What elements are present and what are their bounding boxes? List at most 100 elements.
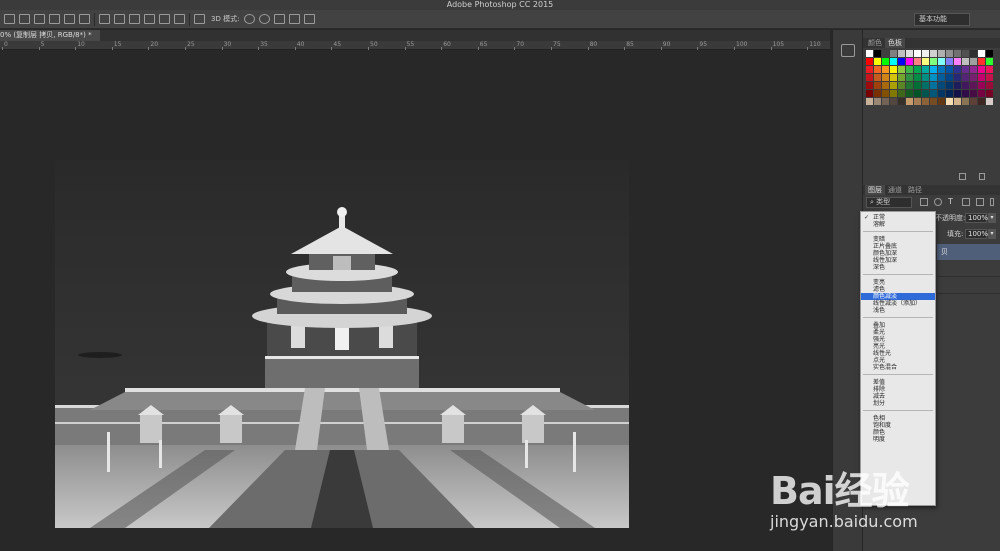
tab-layers[interactable]: 图层 (865, 185, 885, 195)
color-swatch[interactable] (866, 66, 873, 73)
color-swatch[interactable] (962, 98, 969, 105)
color-swatch[interactable] (938, 66, 945, 73)
color-swatch[interactable] (922, 98, 929, 105)
color-swatch[interactable] (898, 98, 905, 105)
color-swatch[interactable] (946, 58, 953, 65)
color-swatch[interactable] (954, 74, 961, 81)
color-swatch[interactable] (986, 50, 993, 57)
color-swatch[interactable] (906, 74, 913, 81)
blend-mode-option[interactable]: 点光 (861, 357, 935, 364)
color-swatch[interactable] (898, 66, 905, 73)
color-swatch[interactable] (978, 66, 985, 73)
color-swatch[interactable] (938, 58, 945, 65)
color-swatch[interactable] (946, 90, 953, 97)
adjustment-filter-icon[interactable] (934, 198, 942, 206)
blend-mode-option[interactable]: 饱和度 (861, 422, 935, 429)
color-swatch[interactable] (930, 66, 937, 73)
distribute-left-icon[interactable] (144, 14, 155, 24)
color-swatch[interactable] (898, 58, 905, 65)
smart-object-filter-icon[interactable] (976, 198, 984, 206)
color-swatch[interactable] (874, 50, 881, 57)
blend-mode-option[interactable]: 溶解 (861, 221, 935, 228)
color-swatch[interactable] (906, 58, 913, 65)
color-swatch[interactable] (986, 66, 993, 73)
blend-mode-option[interactable]: 滤色 (861, 286, 935, 293)
color-swatch[interactable] (962, 58, 969, 65)
color-swatch[interactable] (922, 66, 929, 73)
color-swatch[interactable] (898, 74, 905, 81)
color-swatch[interactable] (986, 82, 993, 89)
blend-mode-option[interactable]: 浅色 (861, 307, 935, 314)
tab-swatches[interactable]: 色板 (885, 38, 905, 48)
color-swatch[interactable] (962, 66, 969, 73)
align-right-icon[interactable] (34, 14, 45, 24)
document-tab[interactable]: 0% (复制层 拷贝, RGB/8*) * (0, 30, 100, 41)
color-swatch[interactable] (978, 74, 985, 81)
color-swatch[interactable] (866, 74, 873, 81)
distribute-right-icon[interactable] (174, 14, 185, 24)
color-swatch[interactable] (914, 82, 921, 89)
blend-mode-option[interactable]: 线性加深 (861, 257, 935, 264)
color-swatch[interactable] (890, 66, 897, 73)
tab-color[interactable]: 颜色 (865, 38, 885, 48)
auto-align-icon[interactable] (194, 14, 205, 24)
align-top-icon[interactable] (49, 14, 60, 24)
color-swatch[interactable] (986, 98, 993, 105)
color-swatch[interactable] (906, 98, 913, 105)
blend-mode-option[interactable]: 线性光 (861, 350, 935, 357)
3d-drag-icon[interactable] (274, 14, 285, 24)
shape-filter-icon[interactable] (962, 198, 970, 206)
layer-row[interactable] (937, 278, 1000, 294)
color-swatch[interactable] (946, 66, 953, 73)
color-swatch[interactable] (882, 90, 889, 97)
color-swatch[interactable] (906, 82, 913, 89)
color-swatch[interactable] (962, 50, 969, 57)
color-swatch[interactable] (914, 50, 921, 57)
color-swatch[interactable] (978, 90, 985, 97)
color-swatch[interactable] (914, 74, 921, 81)
color-swatch[interactable] (978, 50, 985, 57)
color-swatch[interactable] (930, 58, 937, 65)
color-swatch[interactable] (922, 58, 929, 65)
blend-mode-option[interactable]: 划分 (861, 400, 935, 407)
color-swatch[interactable] (986, 90, 993, 97)
color-swatch[interactable] (914, 58, 921, 65)
tab-channels[interactable]: 通道 (885, 185, 905, 195)
blend-mode-option[interactable]: 变暗 (861, 236, 935, 243)
color-swatch[interactable] (866, 90, 873, 97)
blend-mode-option[interactable]: 正片叠底 (861, 243, 935, 250)
blend-mode-option[interactable]: 颜色减淡 (861, 293, 935, 300)
layer-row[interactable] (937, 261, 1000, 277)
3d-scale-icon[interactable] (304, 14, 315, 24)
color-swatch[interactable] (954, 98, 961, 105)
tab-paths[interactable]: 路径 (905, 185, 925, 195)
color-swatch[interactable] (866, 50, 873, 57)
workspace-select[interactable]: 基本功能 (914, 13, 970, 26)
color-swatch[interactable] (882, 50, 889, 57)
blend-mode-option[interactable]: 亮光 (861, 343, 935, 350)
blend-mode-option[interactable]: 线性减淡（添加） (861, 300, 935, 307)
3d-slide-icon[interactable] (289, 14, 300, 24)
3d-rotate-icon[interactable] (244, 14, 255, 24)
color-swatch[interactable] (890, 50, 897, 57)
canvas-area[interactable] (0, 50, 830, 551)
opacity-input[interactable]: 100% (965, 213, 988, 223)
distribute-top-icon[interactable] (99, 14, 110, 24)
color-swatch[interactable] (938, 90, 945, 97)
color-swatch[interactable] (954, 90, 961, 97)
color-swatch[interactable] (970, 58, 977, 65)
color-swatch[interactable] (906, 90, 913, 97)
color-swatch[interactable] (890, 74, 897, 81)
align-left-icon[interactable] (4, 14, 15, 24)
color-swatch[interactable] (954, 50, 961, 57)
new-swatch-icon[interactable] (959, 173, 966, 180)
color-swatch[interactable] (882, 58, 889, 65)
color-swatch[interactable] (922, 82, 929, 89)
delete-swatch-icon[interactable] (979, 173, 985, 180)
color-swatch[interactable] (922, 50, 929, 57)
color-swatch[interactable] (874, 82, 881, 89)
color-swatch[interactable] (922, 74, 929, 81)
blend-mode-option[interactable]: 深色 (861, 264, 935, 271)
color-swatch[interactable] (962, 82, 969, 89)
properties-panel-icon[interactable] (841, 44, 855, 57)
